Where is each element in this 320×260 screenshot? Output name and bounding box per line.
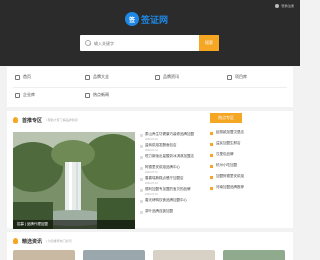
image-caption: 招募 | 品牌代理加盟 <box>13 220 135 229</box>
list-item[interactable]: 加盟阿德里安烘焙 <box>210 174 286 185</box>
hot-zone-tab[interactable]: 热点专区 <box>210 113 242 123</box>
folder-icon <box>227 74 232 80</box>
site-header: 登录|注册 签 签证网 搜索 <box>0 0 300 66</box>
thumbnail-row <box>13 250 287 260</box>
item-title: 益民加盟生鲜店 <box>216 141 241 145</box>
item-title: 泰山养生坊健康巧装修品牌加盟 <box>145 132 194 136</box>
featured-list: 泰山养生坊健康巧装修品牌加盟 2020-07-01 盐商烘焙发酵面包店 2020-0… <box>140 132 216 220</box>
bullet-icon <box>140 211 143 214</box>
nav-item-hot-news[interactable]: 热点新闻 <box>85 89 109 101</box>
nav-item-home[interactable]: 首页 <box>15 71 31 83</box>
bullet-icon <box>140 167 143 170</box>
search-input[interactable] <box>94 35 199 51</box>
news-thumbnail[interactable] <box>223 250 285 260</box>
list-item[interactable]: 益民加盟生鲜店 <box>210 141 286 152</box>
item-date: 2020-07-31 <box>145 149 158 152</box>
list-item[interactable]: 阿德里安烘焙品牌中心 2020-07-31 <box>140 165 216 176</box>
section-subtitle: | 为您推荐热门资讯 <box>46 239 72 243</box>
item-title: 加盟阿德里安烘焙 <box>216 174 244 178</box>
item-title: 茶叶品牌连锁加盟 <box>145 209 173 213</box>
hot-zone-list: 赵丽颖加盟汉堡店 益民加盟生鲜店 汉堡包品牌 杭州小吃加盟 加盟阿德里安烘焙 河… <box>210 130 286 196</box>
nav-item-brands[interactable]: 品牌大全 <box>85 71 109 83</box>
item-title: 阿德里安烘焙品牌中心 <box>145 165 180 169</box>
item-title: 河南加盟品牌推荐 <box>216 185 244 189</box>
search-button[interactable]: 搜索 <box>199 35 219 51</box>
list-item[interactable]: 汉堡包品牌 <box>210 152 286 163</box>
bullet-icon <box>210 187 213 190</box>
nav-label: 品牌大全 <box>93 74 109 79</box>
search-icon <box>80 35 94 51</box>
bullet-icon <box>210 165 213 168</box>
list-item[interactable]: 盐商烘焙发酵面包店 2020-07-31 <box>140 143 216 154</box>
login-label: 登录|注册 <box>281 4 294 8</box>
tag-icon <box>85 74 90 80</box>
user-icon <box>275 4 280 8</box>
bullet-icon <box>140 200 143 203</box>
item-date: 2020-07-31 <box>145 182 158 185</box>
bullet-icon <box>210 176 213 179</box>
building-icon <box>15 92 20 98</box>
nav-item-brand-news[interactable]: 品牌资讯 <box>155 71 179 83</box>
list-item[interactable]: 春天烤鸭饮食品牌加盟中心 <box>140 198 216 209</box>
item-date: 2020-07-01 <box>145 138 158 141</box>
list-item[interactable]: 春喜瑞典糕点餐厅加盟店 2020-07-31 <box>140 176 216 187</box>
item-date: 2020-07-31 <box>145 171 158 174</box>
waterfall-photo <box>13 132 135 229</box>
nav-label: 首页 <box>23 74 31 79</box>
item-date: 2020-07-31 <box>145 193 158 196</box>
news-thumbnail[interactable] <box>83 250 145 260</box>
bullet-icon <box>210 154 213 157</box>
flame-icon <box>13 117 18 123</box>
nav-item-projects[interactable]: 项目库 <box>227 71 247 83</box>
item-title: 春天烤鸭饮食品牌加盟中心 <box>145 198 187 202</box>
bullet-icon <box>210 132 213 135</box>
news-thumbnail[interactable] <box>13 250 75 260</box>
item-title: 德利加盟专加盟的宝贝的品牌 <box>145 187 191 191</box>
item-title: 杭州小吃加盟 <box>216 163 237 167</box>
flame-icon <box>13 238 18 244</box>
section-title: 精选资讯 <box>22 238 43 245</box>
section-header: 精选资讯 | 为您推荐热门资讯 <box>13 236 72 246</box>
item-title: 汉堡包品牌 <box>216 152 234 156</box>
section-subtitle: | 帮助大家了解品牌新闻 <box>46 118 78 122</box>
logo-mark: 签 <box>125 12 139 26</box>
logo-text: 签证网 <box>141 14 169 25</box>
bullet-icon <box>140 145 143 148</box>
list-item[interactable]: 杭州小吃加盟 <box>210 163 286 174</box>
fire-icon <box>85 92 90 98</box>
news-icon <box>155 74 160 80</box>
section-title: 首推专区 <box>22 117 43 124</box>
search-bar: 搜索 <box>80 35 219 51</box>
nav-label: 热点新闻 <box>93 92 109 97</box>
main-nav: 首页 品牌大全 品牌资讯 项目库 企业库 热点新闻 <box>7 67 293 107</box>
list-item[interactable]: 河南加盟品牌推荐 <box>210 185 286 196</box>
section-header: 首推专区 | 帮助大家了解品牌新闻 <box>13 115 78 125</box>
list-item[interactable]: 茶叶品牌连锁加盟 <box>140 209 216 220</box>
bullet-icon <box>140 189 143 192</box>
bullet-icon <box>140 178 143 181</box>
bullet-icon <box>210 143 213 146</box>
nav-divider <box>13 87 287 88</box>
item-title: 春喜瑞典糕点餐厅加盟店 <box>145 176 184 180</box>
nav-label: 品牌资讯 <box>163 74 179 79</box>
nav-label: 企业库 <box>23 92 35 97</box>
home-icon <box>15 74 20 80</box>
item-title: 恒力新版出量酸奶冰淇淋加盟店 <box>145 154 194 158</box>
list-item[interactable]: 赵丽颖加盟汉堡店 <box>210 130 286 141</box>
bullet-icon <box>140 134 143 137</box>
list-item[interactable]: 德利加盟专加盟的宝贝的品牌 2020-07-31 <box>140 187 216 198</box>
item-title: 赵丽颖加盟汉堡店 <box>216 130 244 134</box>
nav-label: 项目库 <box>235 74 247 79</box>
item-title: 盐商烘焙发酵面包店 <box>145 143 177 147</box>
nav-item-companies[interactable]: 企业库 <box>15 89 35 101</box>
featured-image[interactable]: 招募 | 品牌代理加盟 <box>13 132 135 229</box>
list-item[interactable]: 泰山养生坊健康巧装修品牌加盟 2020-07-01 <box>140 132 216 143</box>
list-item[interactable]: 恒力新版出量酸奶冰淇淋加盟店 <box>140 154 216 165</box>
login-link[interactable]: 登录|注册 <box>275 4 294 8</box>
bullet-icon <box>140 156 143 159</box>
site-logo[interactable]: 签 签证网 <box>125 12 168 26</box>
news-thumbnail[interactable] <box>153 250 215 260</box>
selected-section: 精选资讯 | 为您推荐热门资讯 <box>7 232 293 260</box>
